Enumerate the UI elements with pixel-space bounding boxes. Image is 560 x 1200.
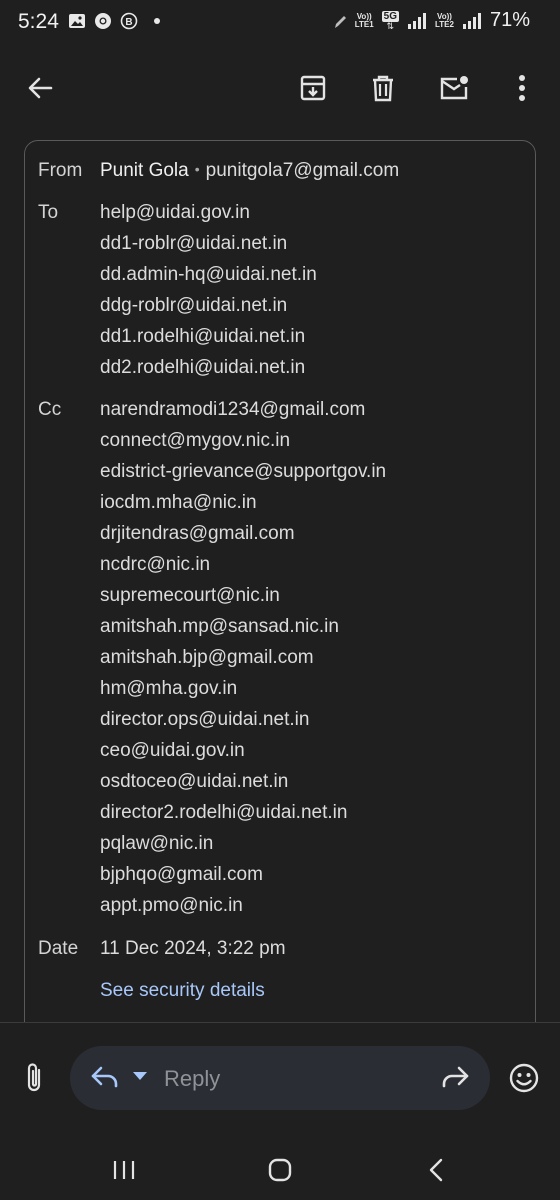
cc-recipient[interactable]: ceo@uidai.gov.in [100, 740, 245, 762]
more-options-button[interactable] [498, 64, 546, 112]
to-recipient[interactable]: dd.admin-hq@uidai.net.in [100, 264, 317, 286]
reply-placeholder: Reply [164, 1066, 221, 1091]
cc-recipient[interactable]: appt.pmo@nic.in [100, 895, 243, 917]
date-label: Date [38, 938, 79, 959]
to-recipient[interactable]: dd1-roblr@uidai.net.in [100, 233, 287, 255]
edit-icon [334, 15, 346, 28]
cc-recipient[interactable]: drjitendras@gmail.com [100, 523, 295, 545]
b-app-icon: B [120, 12, 138, 30]
status-bar: 5:24 B Vo)) LTE1 5G ⇅ Vo)) LTE2 71% [0, 0, 560, 48]
sim1-indicator: Vo)) LTE1 [354, 11, 374, 29]
sender-email: punitgola7@gmail.com [205, 160, 400, 181]
cc-recipient[interactable]: iocdm.mha@nic.in [100, 492, 257, 514]
more-notifications-dot [154, 18, 160, 24]
mark-unread-icon [440, 76, 468, 100]
cc-recipient[interactable]: edistrict-grievance@supportgov.in [100, 461, 386, 483]
cc-recipient[interactable]: narendramodi1234@gmail.com [100, 399, 365, 421]
notification-icons: B [68, 12, 160, 30]
chrome-icon [95, 13, 111, 29]
system-nav-bar [0, 1140, 560, 1200]
cc-label: Cc [38, 399, 62, 420]
cc-recipient[interactable]: bjphqo@gmail.com [100, 864, 263, 886]
sim2-indicator: Vo)) LTE2 [435, 11, 454, 29]
battery-level: 71% [489, 9, 530, 31]
from-label: From [38, 160, 83, 181]
to-recipient[interactable]: dd2.rodelhi@uidai.net.in [100, 357, 305, 379]
from-value: Punit Gola • punitgola7@gmail.com [100, 160, 399, 182]
reply-box[interactable]: Reply [70, 1046, 490, 1110]
to-recipient[interactable]: dd1.rodelhi@uidai.net.in [100, 326, 305, 348]
status-time: 5:24 [18, 10, 59, 33]
security-details-link[interactable]: See security details [100, 980, 265, 1002]
paperclip-icon [27, 1063, 41, 1092]
toolbar [0, 48, 560, 134]
image-icon [69, 14, 85, 28]
recents-icon [113, 1161, 135, 1179]
date-value: 11 Dec 2024, 3:22 pm [100, 938, 286, 959]
cc-recipient[interactable]: amitshah.mp@sansad.nic.in [100, 616, 339, 638]
cc-recipient[interactable]: amitshah.bjp@gmail.com [100, 647, 314, 669]
back-button[interactable] [16, 64, 64, 112]
back-arrow-icon [28, 77, 53, 99]
recent-apps-button[interactable] [94, 1148, 154, 1192]
forward-icon[interactable] [440, 1064, 470, 1090]
cc-recipient[interactable]: ncdrc@nic.in [100, 554, 210, 576]
more-vert-icon [519, 75, 525, 101]
signal-icon-2 [462, 12, 481, 29]
cc-recipient[interactable]: director.ops@uidai.net.in [100, 709, 309, 731]
emoji-button[interactable] [504, 1058, 544, 1098]
delete-button[interactable] [359, 64, 407, 112]
network-5g: 5G ⇅ [381, 10, 399, 31]
attach-button[interactable] [14, 1056, 54, 1100]
home-icon [268, 1158, 292, 1182]
separator-dot: • [194, 161, 200, 177]
sender-name: Punit Gola [100, 160, 189, 181]
home-button[interactable] [250, 1148, 310, 1192]
nav-back-icon [429, 1158, 443, 1182]
nav-back-button[interactable] [406, 1148, 466, 1192]
status-right: Vo)) LTE1 5G ⇅ Vo)) LTE2 71% [333, 9, 530, 32]
trash-icon [373, 75, 393, 102]
to-recipient[interactable]: ddg-roblr@uidai.net.in [100, 295, 287, 317]
cc-recipient[interactable]: connect@mygov.nic.in [100, 430, 290, 452]
reply-icon [91, 1066, 118, 1088]
cc-recipient[interactable]: osdtoceo@uidai.net.in [100, 771, 288, 793]
cc-recipient[interactable]: pqlaw@nic.in [100, 833, 213, 855]
cc-recipient[interactable]: director2.rodelhi@uidai.net.in [100, 802, 347, 824]
archive-button[interactable] [289, 64, 337, 112]
signal-icon [408, 12, 426, 29]
mark-unread-button[interactable] [430, 64, 478, 112]
to-recipient[interactable]: help@uidai.gov.in [100, 202, 250, 224]
to-label: To [38, 202, 59, 223]
reply-options-caret-icon[interactable] [132, 1070, 148, 1082]
svg-text:B: B [125, 17, 132, 28]
archive-icon [300, 75, 326, 101]
cc-recipient[interactable]: supremecourt@nic.in [100, 585, 280, 607]
emoji-icon [509, 1063, 539, 1093]
cc-recipient[interactable]: hm@mha.gov.in [100, 678, 237, 700]
data-arrows-icon: ⇅ [386, 20, 395, 31]
